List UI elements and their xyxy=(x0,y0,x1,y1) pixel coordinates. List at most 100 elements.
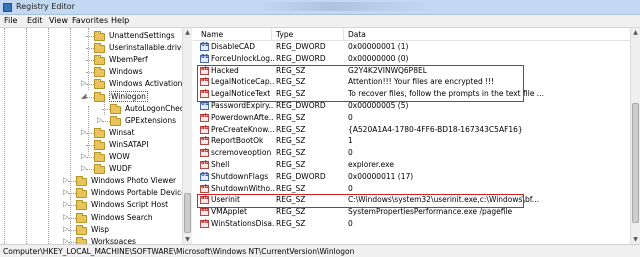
expand-arrow-icon[interactable]: ▷ xyxy=(63,200,68,208)
scroll-thumb[interactable] xyxy=(632,103,639,223)
tree-item-label: UnattendSettings xyxy=(109,31,175,40)
value-data: {A520A1A4-1780-4FF6-BD18-167343C5AF16} xyxy=(348,124,523,134)
expand-arrow-icon[interactable]: ▷ xyxy=(81,164,86,172)
menu-file[interactable]: File xyxy=(4,16,17,25)
value-name: ShutdownFlags xyxy=(211,171,269,181)
value-type: REG_SZ xyxy=(276,160,306,169)
expand-arrow-icon[interactable]: ▷ xyxy=(81,79,86,87)
value-type: REG_DWORD xyxy=(276,101,326,110)
registry-value-row[interactable]: VMApplet REG_SZ SystemPropertiesPerformanc… xyxy=(193,207,630,218)
value-name: WinStationsDisa... xyxy=(211,219,274,228)
scroll-down-icon[interactable]: ▼ xyxy=(631,235,640,244)
list-header: Name Type Data xyxy=(193,28,640,41)
tree-connector xyxy=(68,193,76,195)
tree-scrollbar[interactable]: ▲ ▼ xyxy=(182,28,192,244)
scroll-up-icon[interactable]: ▲ xyxy=(631,28,640,37)
value-type: REG_SZ xyxy=(276,124,306,134)
highlight-box xyxy=(197,64,524,102)
folder-icon xyxy=(94,152,105,162)
tree-connector xyxy=(86,169,94,171)
string-value-icon xyxy=(200,160,209,169)
value-data: 0 xyxy=(348,183,353,193)
tree-connector xyxy=(68,241,76,243)
expand-arrow-icon[interactable]: ▷ xyxy=(81,152,86,160)
column-divider[interactable] xyxy=(271,29,272,40)
expand-arrow-icon[interactable]: ▷ xyxy=(63,213,68,221)
window-title: Registry Editor xyxy=(16,2,75,11)
value-type: REG_SZ xyxy=(276,112,306,122)
folder-icon xyxy=(94,139,105,150)
values-list[interactable]: Name Type Data DisableCAD REG_DWORD 0x0000… xyxy=(193,28,640,244)
list-scrollbar[interactable]: ▲ ▼ xyxy=(630,28,640,244)
registry-value-row[interactable]: ReportBootOk REG_SZ 1 xyxy=(193,136,630,147)
registry-value-row[interactable]: PowerdownAfte...REG_SZ 0 xyxy=(193,113,630,124)
registry-value-row[interactable]: WinStationsDisa...REG_SZ 0 xyxy=(193,219,630,230)
tree-connector xyxy=(68,181,76,183)
registry-value-row[interactable]: DisableCAD REG_DWORD 0x00000001 (1) xyxy=(193,42,630,53)
scroll-thumb[interactable] xyxy=(184,193,191,233)
status-bar: Computer\HKEY_LOCAL_MACHINE\SOFTWARE\Mic… xyxy=(0,244,640,257)
expand-arrow-icon[interactable]: ▷ xyxy=(81,128,86,136)
value-data: 0x00000001 (1) xyxy=(348,42,409,51)
expand-arrow-icon[interactable]: ▷ xyxy=(63,188,68,196)
column-divider[interactable] xyxy=(343,29,344,40)
binary-value-icon xyxy=(200,172,209,181)
registry-value-row[interactable]: PasswordExpiry...REG_DWORD 0x00000005 (5) xyxy=(193,101,630,112)
title-bar: Registry Editor xyxy=(0,0,640,15)
value-name: PreCreateKnow... xyxy=(211,124,274,134)
registry-value-row[interactable]: scremoveoption REG_SZ 0 xyxy=(193,148,630,159)
string-value-icon xyxy=(200,184,209,193)
tree-item-label: Wisp xyxy=(91,224,110,234)
registry-value-row[interactable]: Shell REG_SZ explorer.exe xyxy=(193,160,630,171)
folder-icon xyxy=(76,200,87,211)
string-value-icon xyxy=(200,113,209,122)
registry-value-row[interactable]: ForceUnlockLog...REG_DWORD 0x00000000 (0) xyxy=(193,54,630,65)
tree-item-label: Windows Script Host xyxy=(91,200,169,210)
tree-connector xyxy=(68,229,76,231)
tree-connector xyxy=(86,60,94,62)
tree-item-label: Windows xyxy=(109,67,143,77)
collapse-arrow-icon[interactable]: ◢ xyxy=(81,92,86,100)
value-name: ShutdownWitho... xyxy=(211,183,274,193)
tree-item-label: Windows Portable Devices xyxy=(91,188,190,198)
folder-icon xyxy=(94,43,105,54)
value-type: REG_DWORD xyxy=(276,171,326,181)
menu-view[interactable]: View xyxy=(49,16,68,25)
column-data[interactable]: Data xyxy=(348,30,366,39)
scroll-up-icon[interactable]: ▲ xyxy=(183,28,192,37)
tree-connector xyxy=(86,84,94,86)
value-type: REG_SZ xyxy=(276,219,306,228)
value-name: scremoveoption xyxy=(211,148,272,158)
string-value-icon xyxy=(200,219,209,228)
value-data: 0 xyxy=(348,148,353,158)
tree-connector xyxy=(86,96,94,98)
tree-connector xyxy=(68,205,76,207)
value-type: REG_SZ xyxy=(276,207,306,217)
expand-arrow-icon[interactable]: ▷ xyxy=(97,116,102,124)
menu-favorites[interactable]: Favorites xyxy=(72,16,108,25)
tree-item-label: WUDF xyxy=(109,164,132,174)
menu-help[interactable]: Help xyxy=(111,16,129,25)
key-tree[interactable]: UnattendSettings Userinstallable.drivers W… xyxy=(0,28,192,244)
value-name: VMApplet xyxy=(211,207,247,217)
value-data: 0x00000005 (5) xyxy=(348,101,409,110)
folder-icon xyxy=(76,224,87,235)
expand-arrow-icon[interactable]: ▷ xyxy=(63,225,68,233)
scroll-down-icon[interactable]: ▼ xyxy=(183,235,192,244)
value-data: explorer.exe xyxy=(348,160,394,169)
highlight-box xyxy=(197,194,524,209)
registry-value-row[interactable]: PreCreateKnow...REG_SZ {A520A1A4-1780-4FF… xyxy=(193,125,630,136)
registry-value-row[interactable]: ShutdownFlags REG_DWORD 0x00000011 (17) xyxy=(193,172,630,183)
value-type: REG_SZ xyxy=(276,183,306,193)
column-type[interactable]: Type xyxy=(276,30,293,39)
regedit-icon xyxy=(3,3,12,12)
registry-value-row[interactable]: ShutdownWitho...REG_SZ 0 xyxy=(193,184,630,195)
folder-icon xyxy=(94,55,105,66)
tree-guide-line xyxy=(4,28,5,244)
column-name[interactable]: Name xyxy=(201,30,223,39)
expand-arrow-icon[interactable]: ▷ xyxy=(63,176,68,184)
expand-arrow-icon[interactable]: ▷ xyxy=(63,237,68,244)
menu-edit[interactable]: Edit xyxy=(27,16,43,25)
tree-guide-line xyxy=(70,28,71,244)
tree-connector xyxy=(68,217,76,219)
